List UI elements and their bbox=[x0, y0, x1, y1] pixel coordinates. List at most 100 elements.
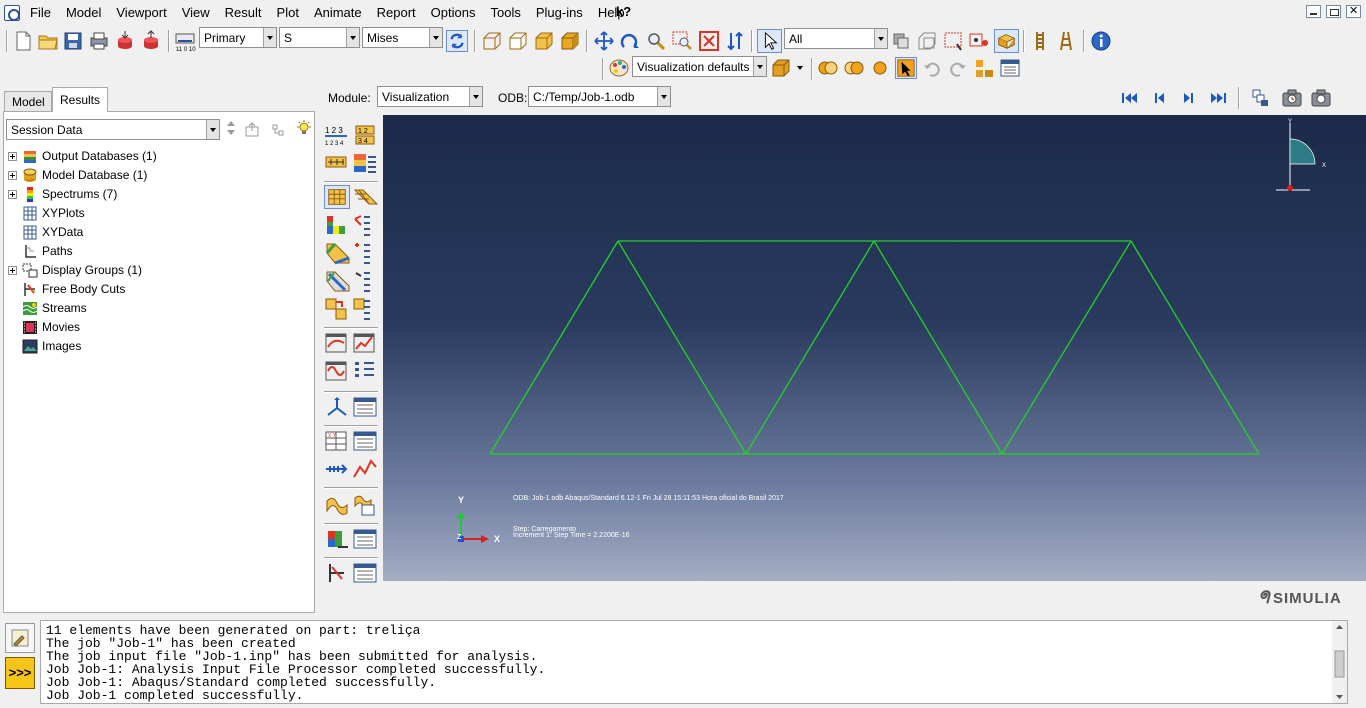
message-scrollbar[interactable] bbox=[1332, 621, 1347, 703]
sync-options-icon[interactable] bbox=[446, 30, 468, 52]
tree-item-spectrums[interactable]: Spectrums (7) bbox=[8, 185, 157, 204]
scroll-down-icon[interactable] bbox=[1336, 695, 1343, 699]
expand-plus-icon[interactable] bbox=[8, 171, 17, 180]
menu-options[interactable]: Options bbox=[431, 5, 476, 20]
rotate-icon[interactable] bbox=[619, 30, 641, 52]
menu-report[interactable]: Report bbox=[377, 5, 416, 20]
menu-result[interactable]: Result bbox=[225, 5, 262, 20]
tree-filter-icon[interactable] bbox=[244, 122, 260, 138]
ruler-icon[interactable] bbox=[1029, 30, 1051, 52]
shaded-render-icon[interactable] bbox=[559, 30, 581, 52]
menu-model[interactable]: Model bbox=[66, 5, 101, 20]
tree-item-paths[interactable]: Paths bbox=[8, 242, 157, 261]
info-icon[interactable] bbox=[1090, 30, 1112, 52]
allow-multiple-plots-icon[interactable] bbox=[324, 297, 350, 321]
menu-plot[interactable]: Plot bbox=[277, 5, 299, 20]
component-blocks-icon[interactable] bbox=[973, 57, 995, 79]
color-code-palette-icon[interactable] bbox=[608, 57, 630, 79]
view-cube-dropdown[interactable] bbox=[794, 58, 807, 77]
view-cut-options-icon[interactable] bbox=[352, 395, 378, 419]
overlay-plot-icon[interactable] bbox=[817, 57, 839, 79]
select-entities-icon[interactable] bbox=[916, 30, 938, 52]
component-combo[interactable]: Mises bbox=[362, 27, 443, 48]
chevron-down-icon[interactable] bbox=[263, 28, 276, 47]
superimpose-options-icon[interactable] bbox=[324, 151, 350, 175]
save-icon[interactable] bbox=[62, 30, 84, 52]
plot-undeformed-icon[interactable] bbox=[324, 185, 350, 209]
wireframe-icon[interactable] bbox=[481, 30, 503, 52]
kernel-command-line-button[interactable]: >>> bbox=[5, 657, 35, 689]
menu-tools[interactable]: Tools bbox=[490, 5, 520, 20]
contour-options-icon[interactable] bbox=[352, 213, 378, 237]
tree-expand-icon[interactable] bbox=[270, 122, 286, 138]
restore-button[interactable] bbox=[1326, 5, 1341, 18]
minimize-button[interactable] bbox=[1306, 5, 1321, 18]
overlay-options-icon[interactable] bbox=[352, 297, 378, 321]
variable-combo[interactable]: S bbox=[279, 27, 360, 48]
tree-item-xyplots[interactable]: XYPlots bbox=[8, 204, 157, 223]
chevron-down-icon[interactable] bbox=[469, 87, 482, 106]
undo-icon[interactable] bbox=[921, 57, 943, 79]
select-stack-icon[interactable] bbox=[890, 30, 912, 52]
contour-deformed-icon[interactable] bbox=[324, 241, 350, 265]
scroll-up-icon[interactable] bbox=[1336, 625, 1343, 629]
common-plot-options-icon[interactable]: 1 2 3 1 2 3 4 bbox=[324, 123, 350, 147]
animate-harmonic-icon[interactable] bbox=[324, 359, 350, 383]
selection-options-icon[interactable] bbox=[994, 29, 1019, 53]
path-manager-icon[interactable] bbox=[324, 457, 350, 481]
expand-plus-icon[interactable] bbox=[8, 152, 17, 161]
animate-scale-factor-icon[interactable] bbox=[324, 331, 350, 355]
tree-item-free-body-cuts[interactable]: Free Body Cuts bbox=[8, 280, 157, 299]
stream-plot-icon[interactable] bbox=[324, 493, 350, 517]
create-display-group-icon[interactable] bbox=[324, 527, 350, 551]
animation-camera-icon[interactable] bbox=[1281, 87, 1303, 109]
new-file-icon[interactable] bbox=[12, 30, 34, 52]
tree-item-images[interactable]: Images bbox=[8, 337, 157, 356]
shaded-sphere-icon[interactable] bbox=[869, 57, 891, 79]
menu-view[interactable]: View bbox=[182, 5, 210, 20]
plot-deformed-icon[interactable] bbox=[352, 185, 378, 209]
display-group-manager-icon[interactable] bbox=[352, 527, 378, 551]
message-area-button[interactable] bbox=[5, 623, 35, 653]
open-folder-icon[interactable] bbox=[37, 30, 59, 52]
symbol-plot-icon[interactable] bbox=[352, 241, 378, 265]
selection-filter-combo[interactable]: All bbox=[784, 28, 888, 49]
export-model-icon[interactable] bbox=[140, 30, 162, 52]
chevron-down-icon[interactable] bbox=[657, 87, 670, 106]
session-data-combo[interactable]: Session Data bbox=[6, 119, 220, 140]
context-help-button[interactable]: k? bbox=[616, 4, 631, 19]
zoom-icon[interactable] bbox=[645, 30, 667, 52]
module-combo[interactable]: Visualization bbox=[377, 86, 483, 107]
tab-model[interactable]: Model bbox=[4, 91, 52, 111]
up-down-arrows-icon[interactable] bbox=[223, 120, 239, 136]
pick-arrow-icon[interactable] bbox=[895, 57, 917, 79]
stream-manager-icon[interactable] bbox=[352, 493, 378, 517]
auto-fit-icon[interactable] bbox=[698, 30, 720, 52]
xy-data-manager-icon[interactable] bbox=[352, 429, 378, 453]
odb-combo[interactable]: C:/Temp/Job-1.odb bbox=[528, 86, 671, 107]
frame-selector-icon[interactable] bbox=[1249, 87, 1271, 109]
superimpose-icon[interactable] bbox=[843, 57, 865, 79]
material-orientation-icon[interactable] bbox=[352, 269, 378, 293]
print-icon[interactable] bbox=[88, 30, 110, 52]
pan-icon[interactable] bbox=[593, 30, 615, 52]
query-ladder-icon[interactable] bbox=[1055, 30, 1077, 52]
box-zoom-icon[interactable] bbox=[671, 30, 693, 52]
tree-item-streams[interactable]: Streams bbox=[8, 299, 157, 318]
expand-plus-icon[interactable] bbox=[8, 266, 17, 275]
filled-render-icon[interactable] bbox=[533, 30, 555, 52]
animation-options-icon[interactable] bbox=[352, 359, 378, 383]
graphics-viewport[interactable]: ODB: Job-1.odb Abaqus/Standard 6.12-1 Fr… bbox=[383, 115, 1366, 581]
last-frame-icon[interactable] bbox=[1208, 87, 1230, 109]
next-frame-icon[interactable] bbox=[1178, 87, 1200, 109]
scroll-thumb[interactable] bbox=[1334, 650, 1345, 678]
tree-item-model-database[interactable]: Model Database (1) bbox=[8, 166, 157, 185]
tree-item-display-groups[interactable]: Display Groups (1) bbox=[8, 261, 157, 280]
import-model-icon[interactable] bbox=[114, 30, 136, 52]
abaqus-app-icon[interactable] bbox=[4, 5, 20, 21]
tree-item-movies[interactable]: Movies bbox=[8, 318, 157, 337]
plot-labels-icon[interactable]: 1 23 4 bbox=[352, 123, 378, 147]
menu-file[interactable]: File bbox=[30, 5, 51, 20]
contour-on-deformed-icon[interactable] bbox=[324, 269, 350, 293]
chevron-down-icon[interactable] bbox=[206, 120, 219, 139]
